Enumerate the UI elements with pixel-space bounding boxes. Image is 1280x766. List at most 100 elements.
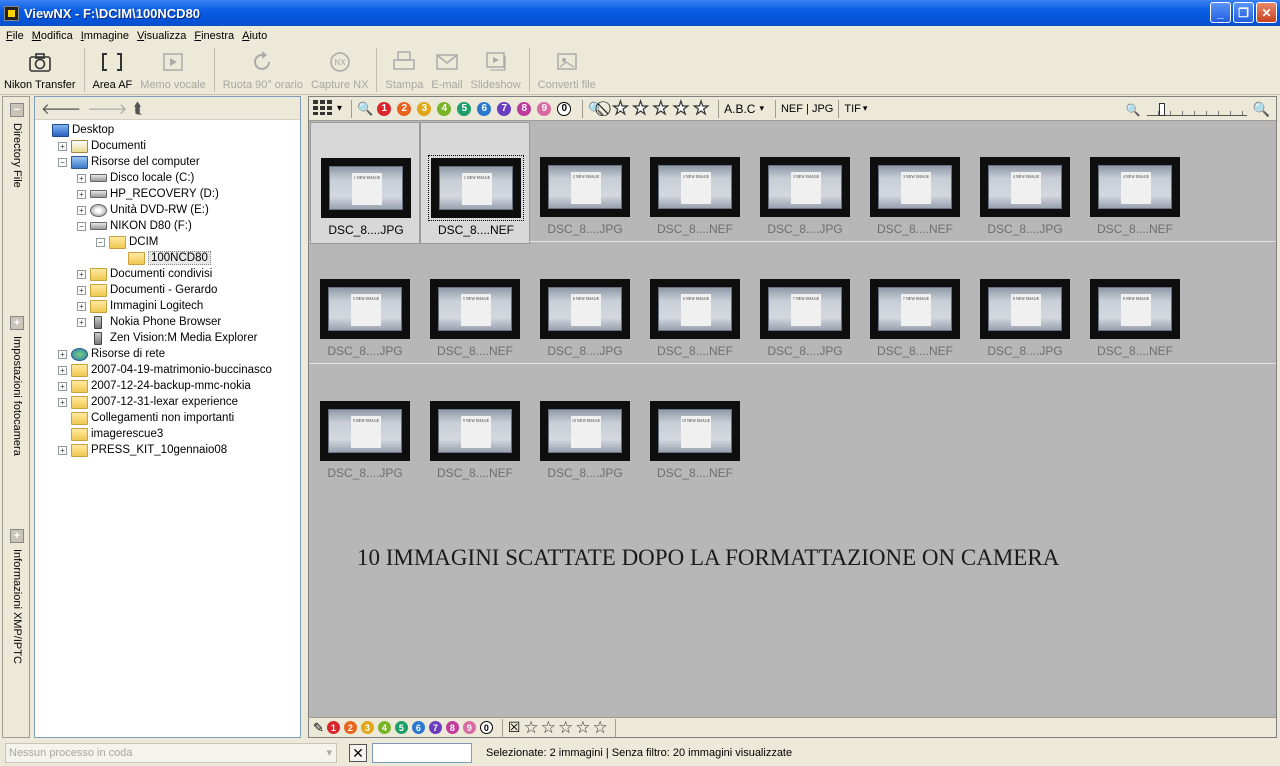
menu-file[interactable]: File	[2, 30, 28, 42]
label-7-filter[interactable]: 7	[497, 101, 512, 116]
thumbnail-image[interactable]: 4 NEW IMAGE	[1090, 157, 1180, 217]
thumbnail-image[interactable]: 10 NEW IMAGE	[540, 401, 630, 461]
cancel-process-button[interactable]: ✕	[349, 744, 367, 762]
view-dropdown-icon[interactable]: ▾	[337, 103, 342, 114]
thumbnail-image[interactable]: 1 NEW IMAGE	[428, 155, 524, 221]
process-queue-combo[interactable]: Nessun processo in coda	[5, 743, 337, 763]
rating-2-star-icon[interactable]: ★	[632, 97, 649, 119]
rating-3-star-icon[interactable]: ★	[652, 97, 669, 119]
zoom-in-icon[interactable]: 🔍	[1253, 101, 1270, 118]
maximize-button[interactable]: ❐	[1233, 2, 1254, 23]
set-rating-3-star-icon[interactable]: ☆	[558, 718, 573, 738]
label-0-filter[interactable]: 0	[479, 721, 493, 734]
tree-node[interactable]: − Risorse del computer	[35, 154, 300, 170]
thumbnail-item[interactable]: 1 NEW IMAGE DSC_8....NEF	[420, 122, 530, 244]
tree-node[interactable]: + Nokia Phone Browser	[35, 314, 300, 330]
thumbnail-image[interactable]: 8 NEW IMAGE	[1090, 279, 1180, 339]
tree-node[interactable]: + Documenti - Gerardo	[35, 282, 300, 298]
label-5-filter[interactable]: 5	[457, 101, 472, 116]
thumbnail-item[interactable]: 4 NEW IMAGE DSC_8....NEF	[1080, 122, 1190, 244]
format-dropdown-icon[interactable]: ▾	[863, 103, 868, 114]
thumbnail-image[interactable]: 9 NEW IMAGE	[320, 401, 410, 461]
tree-node[interactable]: Desktop	[35, 122, 300, 138]
label-3-filter[interactable]: 3	[417, 101, 432, 116]
tree-node[interactable]: 100NCD80	[35, 250, 300, 266]
thumbnail-image[interactable]: 7 NEW IMAGE	[870, 279, 960, 339]
toolbar-ruota-90-orario-button[interactable]: Ruota 90° orario	[219, 45, 307, 95]
label-1-filter[interactable]: 1	[377, 101, 392, 116]
menu-modifica[interactable]: Modifica	[28, 30, 77, 42]
tree-node[interactable]: + HP_RECOVERY (D:)	[35, 186, 300, 202]
tree-node[interactable]: + Disco locale (C:)	[35, 170, 300, 186]
tree-node[interactable]: + Immagini Logitech	[35, 298, 300, 314]
toolbar-converti-file-button[interactable]: Converti file	[534, 45, 600, 95]
expand-icon[interactable]: +	[77, 269, 86, 279]
format-filter-tif[interactable]: TIF	[844, 103, 861, 115]
menu-finestra[interactable]: Finestra	[190, 30, 238, 42]
set-rating-4-star-icon[interactable]: ☆	[575, 718, 590, 738]
thumbnail-image[interactable]: 2 NEW IMAGE	[650, 157, 740, 217]
label-2-filter[interactable]: 2	[397, 101, 412, 116]
tree-node[interactable]: + Documenti	[35, 138, 300, 154]
thumbnail-item[interactable]: 6 NEW IMAGE DSC_8....NEF	[640, 244, 750, 366]
toolbar-stampa-button[interactable]: Stampa	[381, 45, 427, 95]
expand-icon[interactable]: +	[58, 349, 67, 359]
menu-immagine[interactable]: Immagine	[77, 30, 133, 42]
thumbnail-image[interactable]: 5 NEW IMAGE	[320, 279, 410, 339]
toolbar-nikon-transfer-button[interactable]: Nikon Transfer	[0, 45, 80, 95]
label-9-filter[interactable]: 9	[462, 721, 476, 734]
label-8-filter[interactable]: 8	[517, 101, 532, 116]
collapse-icon[interactable]: −	[58, 157, 67, 167]
sort-dropdown-icon[interactable]: ▾	[759, 103, 764, 114]
menu-visualizza[interactable]: Visualizza	[133, 30, 190, 42]
thumbnail-image[interactable]: 7 NEW IMAGE	[760, 279, 850, 339]
thumbnail-image[interactable]: 5 NEW IMAGE	[430, 279, 520, 339]
label-2-filter[interactable]: 2	[343, 721, 357, 734]
expand-icon[interactable]: +	[58, 445, 67, 455]
menu-aiuto[interactable]: Aiuto	[238, 30, 271, 42]
format-filter-nef-jpg[interactable]: NEF | JPG	[781, 103, 833, 115]
expand-icon[interactable]: +	[77, 317, 86, 327]
label-8-filter[interactable]: 8	[445, 721, 459, 734]
thumbnail-item[interactable]: 7 NEW IMAGE DSC_8....NEF	[860, 244, 970, 366]
thumbnail-item[interactable]: 3 NEW IMAGE DSC_8....JPG	[750, 122, 860, 244]
label-3-filter[interactable]: 3	[360, 721, 374, 734]
collapse-icon[interactable]: −	[96, 237, 105, 247]
set-rating-1-star-icon[interactable]: ☆	[523, 718, 538, 738]
tree-node[interactable]: imagerescue3	[35, 426, 300, 442]
sort-name-button[interactable]: A.B.C	[724, 102, 755, 116]
label-5-filter[interactable]: 5	[394, 721, 408, 734]
thumbnail-image[interactable]: 3 NEW IMAGE	[870, 157, 960, 217]
thumbnail-item[interactable]: 5 NEW IMAGE DSC_8....NEF	[420, 244, 530, 366]
expand-icon[interactable]: +	[77, 189, 86, 199]
thumbnail-image[interactable]: 6 NEW IMAGE	[650, 279, 740, 339]
thumbnail-item[interactable]: 4 NEW IMAGE DSC_8....JPG	[970, 122, 1080, 244]
expand-icon[interactable]: +	[58, 381, 67, 391]
thumbnail-item[interactable]: 9 NEW IMAGE DSC_8....JPG	[310, 366, 420, 488]
collapse-icon[interactable]: −	[77, 221, 86, 231]
clear-rating-icon[interactable]: ☒	[508, 719, 521, 736]
thumbnail-item[interactable]: 2 NEW IMAGE DSC_8....JPG	[530, 122, 640, 244]
thumbnail-image[interactable]: 2 NEW IMAGE	[540, 157, 630, 217]
up-folder-icon[interactable]: ⮬	[133, 100, 142, 117]
expand-icon[interactable]: +	[58, 141, 67, 151]
tree-node[interactable]: +2007-04-19-matrimonio-buccinasco	[35, 362, 300, 378]
thumbnail-view-icon[interactable]	[313, 99, 335, 118]
tree-node[interactable]: + Documenti condivisi	[35, 266, 300, 282]
tree-node[interactable]: +2007-12-24-backup-mmc-nokia	[35, 378, 300, 394]
toolbar-memo-vocale-button[interactable]: Memo vocale	[136, 45, 209, 95]
tab-directory-file[interactable]: − Directory File	[3, 99, 31, 188]
label-6-filter[interactable]: 6	[477, 101, 492, 116]
zoom-out-icon[interactable]: 🔍	[1126, 103, 1141, 117]
toolbar-area-af-button[interactable]: Area AF	[89, 45, 137, 95]
expand-icon[interactable]: +	[10, 529, 24, 543]
tree-node[interactable]: Zen Vision:M Media Explorer	[35, 330, 300, 346]
thumbnail-item[interactable]: 8 NEW IMAGE DSC_8....NEF	[1080, 244, 1190, 366]
thumbnail-item[interactable]: 7 NEW IMAGE DSC_8....JPG	[750, 244, 860, 366]
zoom-slider[interactable]	[1146, 102, 1247, 116]
thumbnail-image[interactable]: 1 NEW IMAGE	[321, 158, 411, 218]
expand-icon[interactable]: +	[58, 397, 67, 407]
thumbnail-image[interactable]: 10 NEW IMAGE	[650, 401, 740, 461]
close-button[interactable]: ✕	[1256, 2, 1277, 23]
forward-arrow-icon[interactable]: 🡒	[87, 99, 127, 118]
